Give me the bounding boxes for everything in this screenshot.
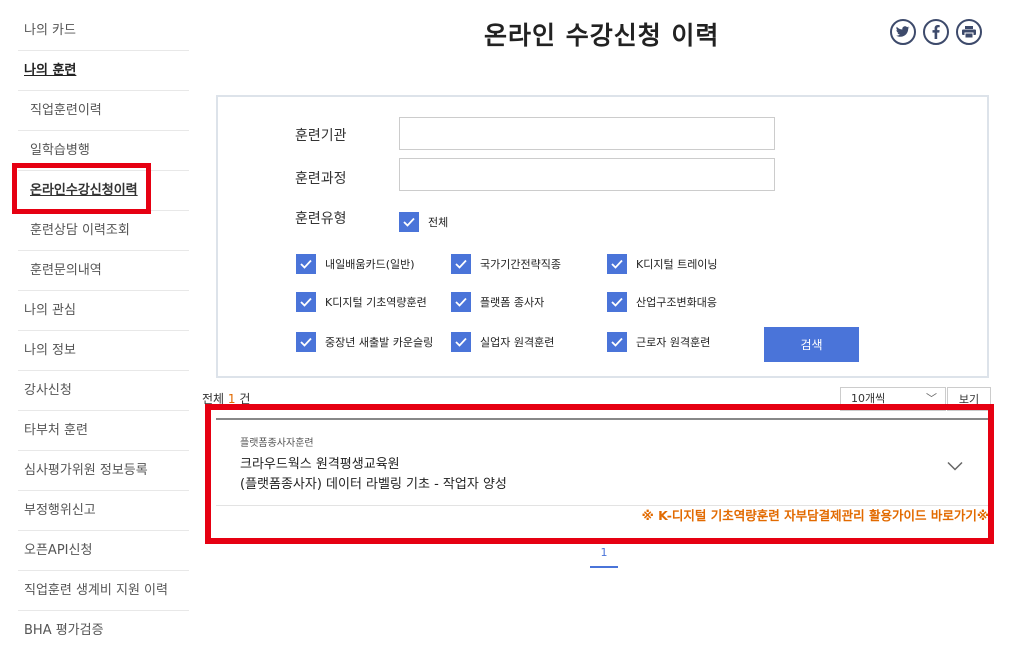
sidebar: 나의 카드 나의 훈련 직업훈련이력 일학습병행 온라인수강신청이력 훈련상담 …: [18, 11, 189, 646]
print-icon[interactable]: [956, 19, 982, 45]
institution-label: 훈련기관: [295, 128, 347, 144]
checkbox-type-label: 내일배움카드(일반): [325, 258, 415, 271]
checkbox-type-7[interactable]: 중장년 새출발 카운슬링: [296, 332, 433, 352]
sidebar-item-living-cost-history[interactable]: 직업훈련 생계비 지원 이력: [18, 571, 189, 611]
sidebar-item-online-application-history[interactable]: 온라인수강신청이력: [18, 171, 189, 211]
result-institution: 크라우드웍스 원격평생교육원: [240, 457, 400, 472]
sidebar-item-inquiry-history[interactable]: 훈련문의내역: [18, 251, 189, 291]
checkmark-icon: [607, 332, 627, 352]
checkbox-type-label: K디지털 기초역량훈련: [325, 296, 427, 309]
sidebar-item-my-interest[interactable]: 나의 관심: [18, 291, 189, 331]
total-prefix: 전체: [202, 392, 228, 406]
checkbox-all[interactable]: 전체: [399, 212, 448, 232]
checkbox-type-5[interactable]: 플랫폼 종사자: [451, 292, 544, 312]
twitter-icon[interactable]: [890, 19, 916, 45]
sidebar-item-instructor-application[interactable]: 강사신청: [18, 371, 189, 411]
checkbox-type-3[interactable]: K디지털 트레이닝: [607, 254, 718, 274]
institution-input[interactable]: [399, 117, 775, 150]
chevron-down-icon: ﹀: [926, 392, 937, 405]
sidebar-item-my-training[interactable]: 나의 훈련: [18, 51, 189, 91]
sidebar-item-open-api[interactable]: 오픈API신청: [18, 531, 189, 571]
view-button[interactable]: 보기: [947, 387, 991, 411]
checkmark-icon: [399, 212, 419, 232]
sidebar-item-my-card[interactable]: 나의 카드: [18, 11, 189, 51]
result-course-title: (플랫폼종사자) 데이터 라벨링 기초 - 작업자 양성: [240, 477, 507, 492]
chevron-down-icon[interactable]: [947, 456, 963, 475]
total-suffix: 건: [235, 392, 251, 406]
checkbox-type-1[interactable]: 내일배움카드(일반): [296, 254, 415, 274]
search-panel: 훈련기관 훈련과정 훈련유형 전체 내일배움카드(일반) 국가기간전략직종 K디…: [216, 95, 989, 378]
per-page-value: 10개씩: [851, 392, 886, 405]
checkbox-all-label: 전체: [428, 216, 449, 229]
page-title: 온라인 수강신청 이력: [484, 21, 720, 50]
checkbox-type-label: 국가기간전략직종: [480, 258, 561, 271]
checkmark-icon: [296, 332, 316, 352]
checkmark-icon: [451, 292, 471, 312]
checkbox-type-label: 산업구조변화대응: [636, 296, 717, 309]
search-button[interactable]: 검색: [764, 327, 859, 362]
result-category: 플랫폼종사자훈련: [240, 438, 314, 449]
total-count: 전체 1 건: [202, 390, 250, 407]
checkmark-icon: [607, 254, 627, 274]
sidebar-item-bha-evaluation[interactable]: BHA 평가검증: [18, 611, 189, 646]
checkmark-icon: [451, 254, 471, 274]
checkmark-icon: [296, 254, 316, 274]
pagination-active-indicator: [590, 566, 618, 568]
checkbox-type-4[interactable]: K디지털 기초역량훈련: [296, 292, 427, 312]
checkmark-icon: [607, 292, 627, 312]
sidebar-item-my-info[interactable]: 나의 정보: [18, 331, 189, 371]
share-buttons: [890, 19, 982, 45]
checkbox-type-8[interactable]: 실업자 원격훈련: [451, 332, 554, 352]
sidebar-item-work-study[interactable]: 일학습병행: [18, 131, 189, 171]
sidebar-item-other-ministry-training[interactable]: 타부처 훈련: [18, 411, 189, 451]
course-input[interactable]: [399, 158, 775, 191]
list-item[interactable]: 플랫폼종사자훈련 크라우드웍스 원격평생교육원 (플랫폼종사자) 데이터 라벨링…: [216, 420, 990, 506]
sidebar-item-fraud-report[interactable]: 부정행위신고: [18, 491, 189, 531]
checkbox-type-2[interactable]: 국가기간전략직종: [451, 254, 561, 274]
sidebar-item-job-training-history[interactable]: 직업훈련이력: [18, 91, 189, 131]
sidebar-item-consultation-history[interactable]: 훈련상담 이력조회: [18, 211, 189, 251]
checkbox-type-label: 중장년 새출발 카운슬링: [325, 336, 434, 349]
checkbox-type-label: 플랫폼 종사자: [480, 296, 545, 309]
sidebar-item-evaluator-registration[interactable]: 심사평가위원 정보등록: [18, 451, 189, 491]
checkmark-icon: [296, 292, 316, 312]
checkbox-type-6[interactable]: 산업구조변화대응: [607, 292, 717, 312]
course-label: 훈련과정: [295, 171, 347, 187]
training-type-label: 훈련유형: [295, 211, 347, 227]
checkmark-icon: [451, 332, 471, 352]
per-page-select[interactable]: 10개씩 ﹀: [840, 387, 946, 411]
total-count-number: 1: [227, 392, 236, 406]
facebook-icon[interactable]: [923, 19, 949, 45]
pagination-page[interactable]: 1: [590, 546, 618, 559]
checkbox-type-label: 실업자 원격훈련: [480, 336, 555, 349]
guide-link[interactable]: ※ K-디지털 기초역량훈련 자부담결제관리 활용가이드 바로가기※: [642, 505, 989, 524]
checkbox-type-label: K디지털 트레이닝: [636, 258, 718, 271]
checkbox-type-9[interactable]: 근로자 원격훈련: [607, 332, 710, 352]
checkbox-type-label: 근로자 원격훈련: [636, 336, 711, 349]
